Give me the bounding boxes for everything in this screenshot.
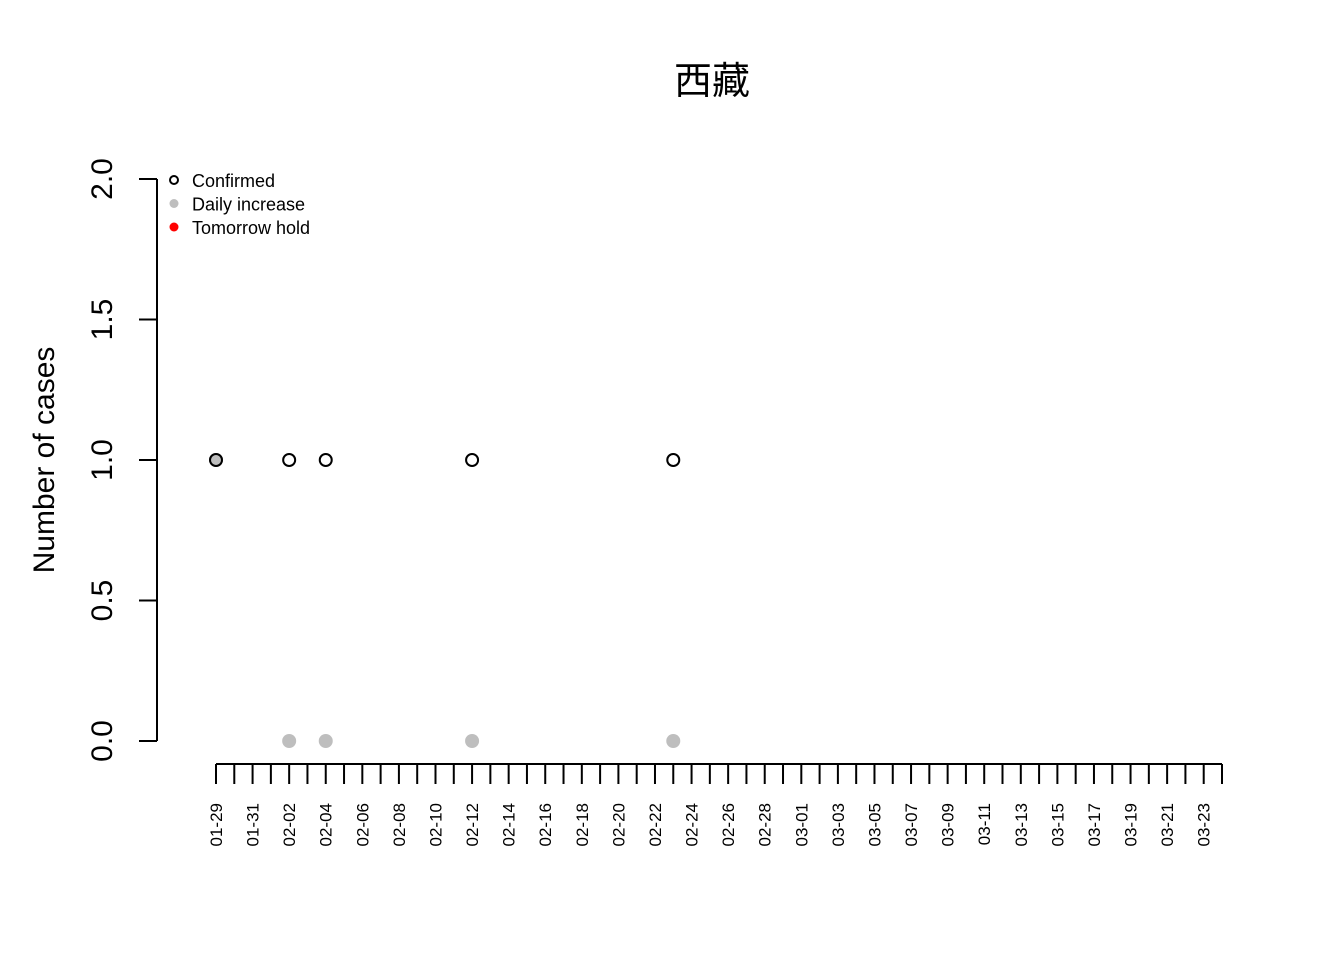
legend: Confirmed Daily increase Tomorrow hold xyxy=(169,171,310,238)
confirmed-point xyxy=(666,453,681,467)
x-tick-label: 03-13 xyxy=(1012,803,1031,846)
x-tick-label: 03-03 xyxy=(829,803,848,846)
y-tick-label: 0.5 xyxy=(86,580,119,622)
x-tick-label: 03-09 xyxy=(939,803,958,846)
x-tick-label: 02-20 xyxy=(609,803,628,846)
x-tick-label: 03-07 xyxy=(902,803,921,846)
x-tick-label: 03-19 xyxy=(1122,803,1141,846)
x-tick-label: 02-14 xyxy=(500,803,519,846)
y-tick-label: 1.5 xyxy=(86,299,119,341)
x-tick-label: 03-17 xyxy=(1085,803,1104,846)
x-tick-label: 02-18 xyxy=(573,803,592,846)
x-tick-label: 03-11 xyxy=(975,803,994,845)
x-tick-label: 02-10 xyxy=(426,803,445,846)
y-axis: 0.0 0.5 1.0 1.5 2.0 xyxy=(86,158,158,762)
x-tick-label: 01-29 xyxy=(207,803,226,846)
x-tick-label: 02-16 xyxy=(536,803,555,846)
x-tick-label: 02-28 xyxy=(756,803,775,846)
confirmed-point xyxy=(282,453,297,467)
legend-marker-daily-increase xyxy=(169,199,179,208)
chart-title: 西藏 xyxy=(674,59,750,103)
legend-label-daily-increase: Daily increase xyxy=(192,195,305,215)
legend-label-confirmed: Confirmed xyxy=(192,171,275,191)
x-tick-label: 02-04 xyxy=(317,803,336,846)
x-tick-label: 03-23 xyxy=(1195,803,1214,846)
legend-marker-confirmed xyxy=(169,175,179,185)
data-points xyxy=(209,453,681,748)
x-tick-label: 02-24 xyxy=(683,803,702,846)
y-tick-label: 2.0 xyxy=(86,158,119,200)
chart: 西藏 0.0 0.5 1.0 1.5 2.0 Number of cases 01-29… xyxy=(28,59,1223,846)
x-tick-label: 03-01 xyxy=(792,803,811,846)
y-tick-label: 1.0 xyxy=(86,439,119,481)
daily-increase-point xyxy=(666,734,681,748)
confirmed-point xyxy=(318,453,333,467)
x-axis: 01-29 01-31 02-02 02-04 02-06 02-08 02-10 02-12… xyxy=(207,763,1223,846)
confirmed-point xyxy=(465,453,480,467)
x-tick-label: 03-21 xyxy=(1158,803,1177,846)
x-tick-label: 02-12 xyxy=(463,803,482,846)
x-tick-label: 02-08 xyxy=(390,803,409,846)
legend-marker-tomorrow-hold xyxy=(169,222,179,232)
x-tick-label: 02-22 xyxy=(646,803,665,846)
x-tick-label: 03-15 xyxy=(1048,803,1067,846)
daily-increase-point xyxy=(318,734,333,748)
legend-label-tomorrow-hold: Tomorrow hold xyxy=(192,218,310,238)
x-tick-label: 02-06 xyxy=(353,803,372,846)
y-tick-label: 0.0 xyxy=(86,720,119,762)
x-tick-label: 03-05 xyxy=(865,803,884,846)
daily-increase-point xyxy=(465,734,480,748)
x-tick-label: 01-31 xyxy=(244,803,263,846)
x-tick-label: 02-26 xyxy=(719,803,738,846)
x-tick-label: 02-02 xyxy=(280,803,299,846)
y-axis-label: Number of cases xyxy=(28,347,61,574)
daily-increase-point xyxy=(282,734,297,748)
